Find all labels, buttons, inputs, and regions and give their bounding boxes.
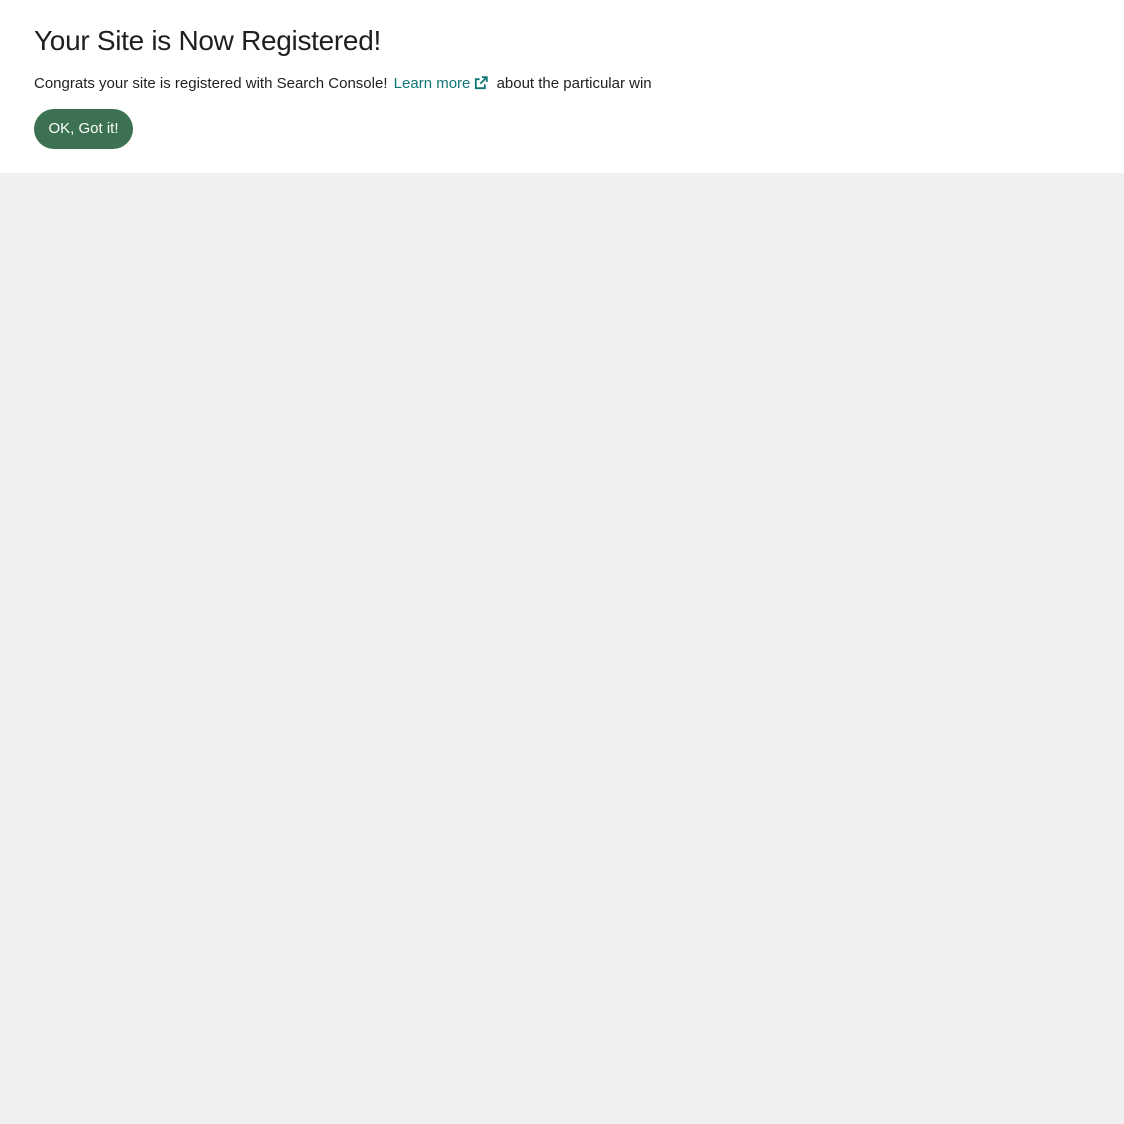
notice-message: Congrats your site is registered with Se… [34,74,652,94]
external-link-icon [475,76,489,90]
message-text-before: Congrats your site is registered with Se… [34,75,388,92]
notice-title: Your Site is Now Registered! [34,25,381,56]
registration-notice: Your Site is Now Registered! Congrats yo… [0,0,1124,173]
learn-more-label: Learn more [393,75,471,92]
page-content-area [0,173,1124,1124]
learn-more-link[interactable]: Learn more [394,75,493,92]
message-text-after: about the particular win [496,75,652,92]
ok-got-it-button[interactable]: OK, Got it! [34,109,133,149]
